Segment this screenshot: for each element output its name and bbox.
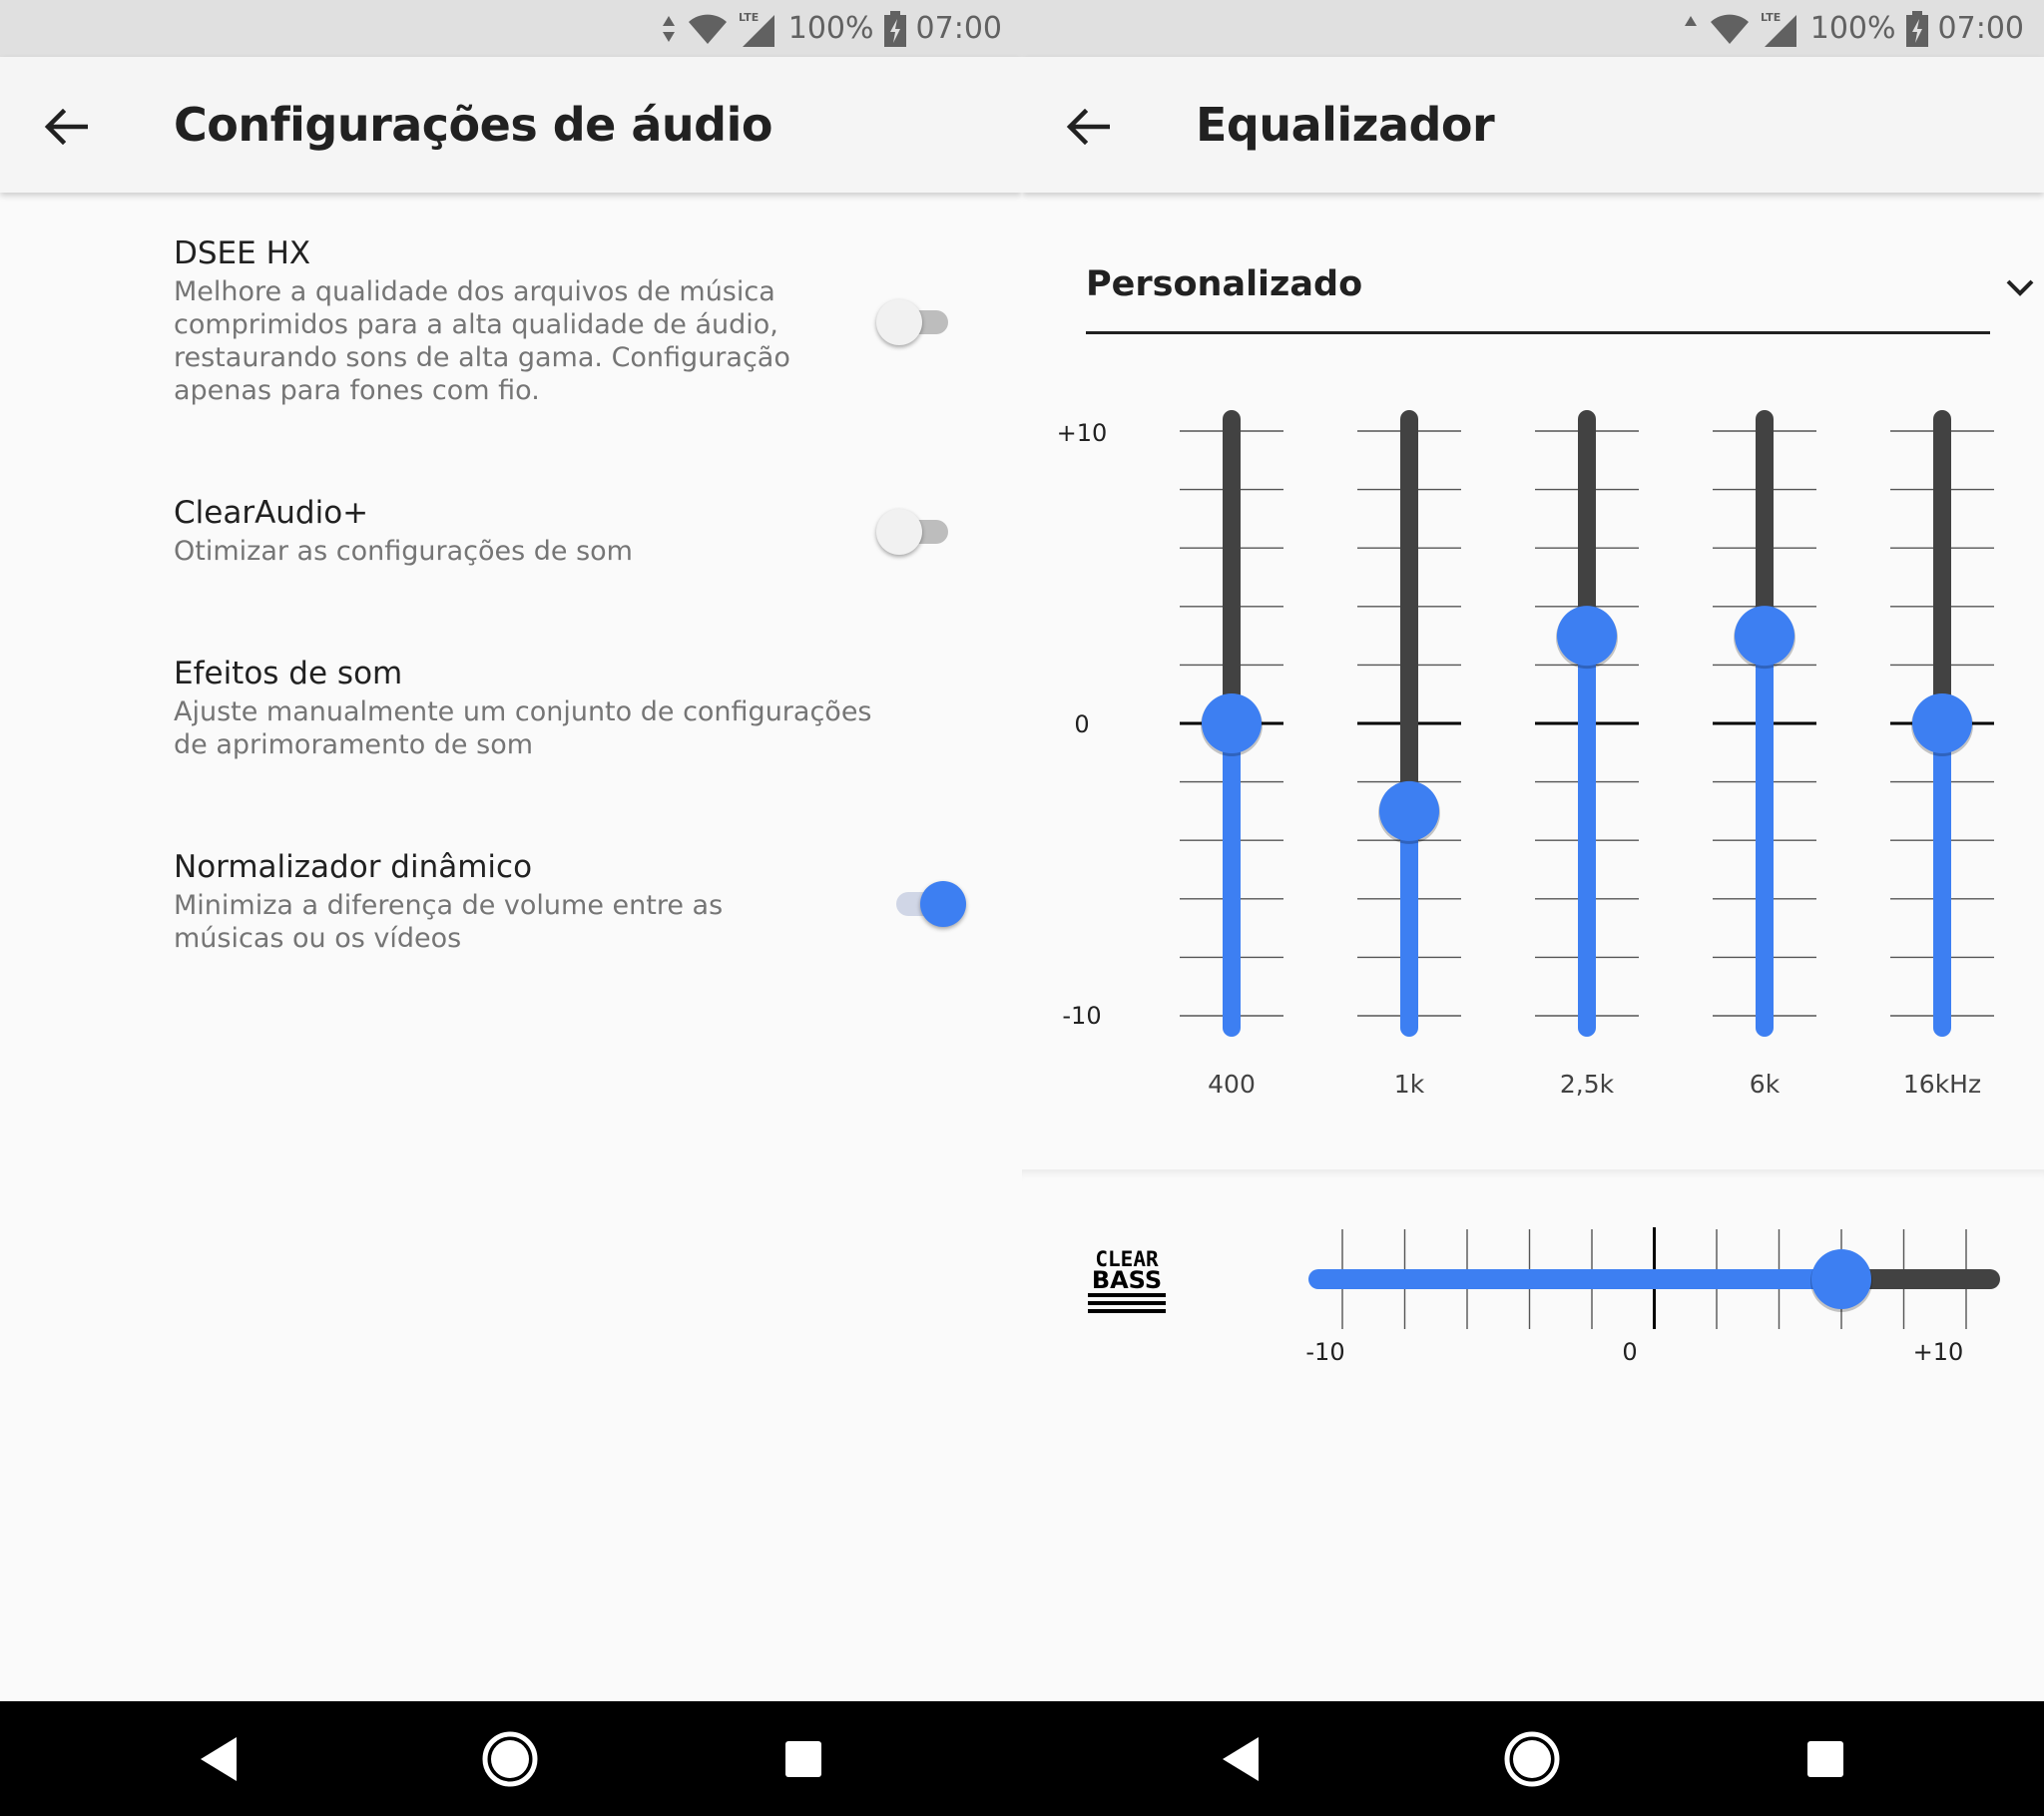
nav-back-button[interactable] [178,1719,257,1799]
band-thumb-16kHz[interactable] [1912,693,1972,753]
bass-label-zero: 0 [1622,1338,1637,1366]
nav-back-icon [1223,1737,1259,1781]
setting-description: Melhore a qualidade dos arquivos de músi… [174,276,790,406]
back-arrow-icon [44,109,88,145]
chevron-down-icon [2006,279,2034,296]
app-bar: Configurações de áudio [0,57,1022,193]
preset-selected-value: Personalizado [1086,264,1363,304]
svg-text:LTE: LTE [1761,11,1781,24]
setting-sound-effects[interactable]: Efeitos de som Ajuste manualmente um con… [174,654,1012,761]
nav-recents-button[interactable] [764,1719,843,1799]
wifi-icon [688,14,727,44]
scale-label-zero: 0 [1074,710,1089,738]
signal-icon: LTE [739,11,774,47]
nav-home-icon [482,1731,538,1787]
setting-title: DSEE HX [174,235,311,271]
status-bar: LTE 100% 07:00 [1022,0,2044,57]
switch-thumb [876,299,922,345]
battery-icon [1905,10,1928,47]
nav-back-button[interactable] [1200,1719,1279,1799]
wifi-icon [1710,14,1749,44]
audio-settings-screen: LTE 100% 07:00 Configurações de áudio DS… [0,0,1022,1701]
clock: 07:00 [915,11,1002,46]
nav-back-icon [201,1737,237,1781]
back-button[interactable] [34,95,98,159]
status-icons: LTE 100% 07:00 [661,0,1002,57]
band-frequency-label: 1k [1394,1070,1425,1099]
nav-recents-icon [785,1741,821,1777]
bass-label-min: -10 [1305,1338,1344,1366]
data-activity-icon [1684,15,1697,26]
preset-underline [1086,331,1990,334]
band-frequency-label: 400 [1208,1070,1256,1099]
setting-description: Ajuste manualmente um conjunto de config… [174,696,872,760]
app-bar: Equalizador [1022,57,2044,193]
band-thumb-2,5k[interactable] [1557,606,1617,667]
data-activity-icon [662,15,675,42]
status-icons: LTE 100% 07:00 [1683,0,2024,57]
clock: 07:00 [1937,11,2024,46]
back-arrow-icon [1066,109,1110,145]
clear-bass-section: CLEAR BASS -10 0 +10 [1022,1169,2044,1701]
scale-label-max: +10 [1057,419,1108,447]
band-thumb-6k[interactable] [1735,606,1794,667]
setting-description: Otimizar as configurações de som [174,536,633,567]
signal-icon: LTE [1761,11,1796,47]
band-frequency-label: 6k [1750,1070,1781,1099]
band-frequency-label: 2,5k [1560,1070,1615,1099]
clear-bass-slider[interactable]: -10 0 +10 [1022,1170,2044,1370]
switch-thumb [920,881,966,927]
switch-thumb [876,509,922,555]
scale-label-min: -10 [1062,1002,1101,1030]
nav-home-button[interactable] [1492,1719,1572,1799]
dynamic-normalizer-toggle[interactable] [882,879,966,929]
band-thumb-400[interactable] [1202,693,1262,753]
nav-recents-icon [1807,1741,1843,1777]
navigation-bar [0,1701,2044,1816]
nav-home-icon [1504,1731,1560,1787]
nav-recents-button[interactable] [1786,1719,1865,1799]
battery-percent: 100% [787,11,874,46]
band-thumb-1k[interactable] [1379,780,1439,841]
page-title: Equalizador [1196,98,1495,152]
back-button[interactable] [1056,95,1120,159]
nav-home-button[interactable] [470,1719,550,1799]
bass-label-max: +10 [1913,1338,1964,1366]
equalizer-band-sliders: +10 0 -10 400 1k 2,5k 6k 16kHz [1057,410,1994,1099]
svg-text:LTE: LTE [739,11,759,24]
eq-bands-group: 400 1k 2,5k 6k 16kHz [1180,410,1994,1099]
preset-dropdown[interactable]: Personalizado [1062,249,2034,335]
setting-title: Efeitos de som [174,656,403,691]
dsee-hx-toggle[interactable] [876,297,956,347]
equalizer-screen: LTE 100% 07:00 Equalizador Personalizado… [1022,0,2044,1701]
battery-icon [883,10,906,47]
bass-thumb[interactable] [1811,1249,1871,1309]
status-bar: LTE 100% 07:00 [0,0,1022,57]
page-title: Configurações de áudio [174,98,772,152]
setting-description: Minimiza a diferença de volume entre as … [174,890,724,954]
battery-percent: 100% [1809,11,1896,46]
bass-slider-marks [1308,1227,2000,1329]
clearaudio-toggle[interactable] [876,507,956,557]
band-frequency-label: 16kHz [1903,1070,1981,1099]
